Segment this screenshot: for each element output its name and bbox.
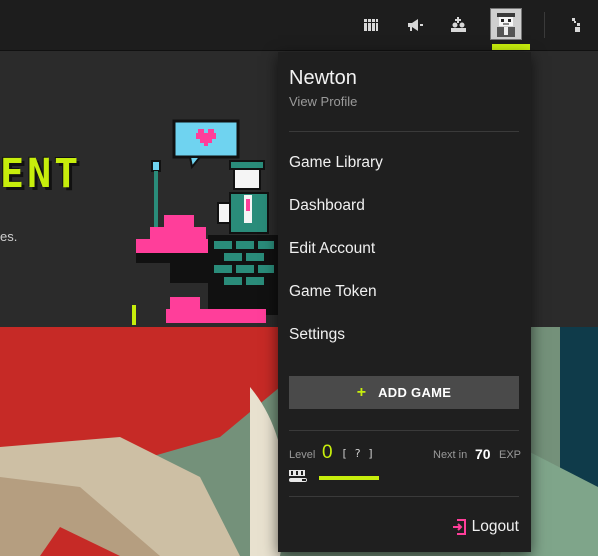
exp-progress-bar bbox=[319, 476, 519, 480]
user-avatar-icon[interactable] bbox=[490, 8, 522, 40]
active-indicator bbox=[492, 44, 530, 50]
add-game-button[interactable]: + ADD GAME bbox=[289, 376, 519, 409]
username: Newton bbox=[289, 67, 357, 89]
level-row: Level 0 [ ? ] Next in 70 EXP bbox=[289, 442, 522, 466]
top-bar bbox=[0, 0, 598, 51]
logout-button[interactable]: Logout bbox=[452, 518, 519, 536]
logout-icon bbox=[452, 519, 466, 535]
level-value: 0 bbox=[322, 442, 333, 463]
view-profile-link[interactable]: View Profile bbox=[289, 94, 357, 109]
menu-item-game-token[interactable]: Game Token bbox=[289, 283, 377, 301]
logout-label: Logout bbox=[471, 518, 519, 535]
level-help-button[interactable]: [ ? ] bbox=[341, 447, 374, 460]
exp-progress-fill bbox=[319, 476, 379, 480]
pixel-art-illustration bbox=[132, 119, 278, 325]
menu-divider bbox=[289, 430, 519, 431]
plus-icon: + bbox=[356, 383, 367, 401]
activity-icon[interactable] bbox=[566, 14, 588, 36]
next-in-unit: EXP bbox=[499, 449, 522, 461]
topbar-divider bbox=[544, 12, 545, 38]
hero-subtitle: es. bbox=[0, 229, 18, 244]
friends-icon[interactable] bbox=[447, 14, 469, 36]
menu-item-settings[interactable]: Settings bbox=[289, 326, 345, 344]
add-game-label: ADD GAME bbox=[378, 385, 452, 400]
level-label: Level bbox=[289, 449, 316, 461]
exp-icon bbox=[289, 470, 307, 482]
menu-item-edit-account[interactable]: Edit Account bbox=[289, 240, 375, 258]
user-dropdown-menu: Newton View Profile Game Library Dashboa… bbox=[278, 52, 531, 552]
menu-divider bbox=[289, 496, 519, 497]
menu-divider bbox=[289, 131, 519, 132]
next-in-label: Next in bbox=[433, 449, 468, 461]
menu-item-dashboard[interactable]: Dashboard bbox=[289, 197, 365, 215]
hero-title: ENT bbox=[0, 151, 82, 197]
announcements-icon[interactable] bbox=[404, 14, 426, 36]
menu-item-game-library[interactable]: Game Library bbox=[289, 154, 383, 172]
library-icon[interactable] bbox=[360, 14, 382, 36]
next-in-value: 70 bbox=[475, 446, 491, 462]
